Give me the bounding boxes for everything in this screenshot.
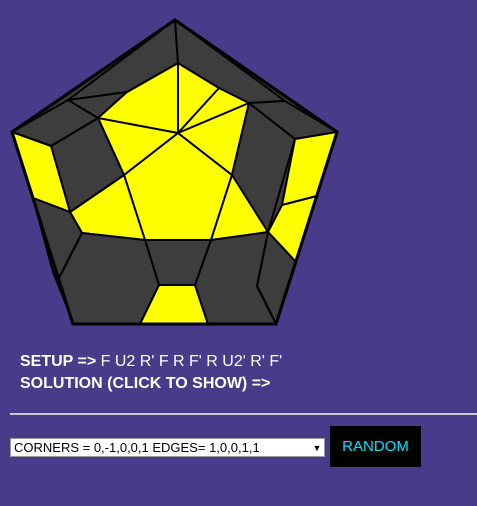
megaminx-face-diagram (10, 18, 339, 326)
case-select[interactable]: CORNERS = 0,-1,0,0,1 EDGES= 1,0,0,1,1 ▼ (10, 438, 325, 457)
divider (10, 413, 477, 415)
case-select-value: CORNERS = 0,-1,0,0,1 EDGES= 1,0,0,1,1 (14, 440, 260, 455)
random-button[interactable]: RANDOM (330, 426, 421, 467)
chevron-down-icon: ▼ (312, 442, 322, 453)
setup-line: SETUP => F U2 R' F R F' R U2' R' F' (20, 353, 282, 371)
setup-label: SETUP => (20, 353, 97, 370)
solution-toggle[interactable]: SOLUTION (CLICK TO SHOW) => (20, 375, 270, 393)
setup-moves: F U2 R' F R F' R U2' R' F' (100, 353, 283, 370)
